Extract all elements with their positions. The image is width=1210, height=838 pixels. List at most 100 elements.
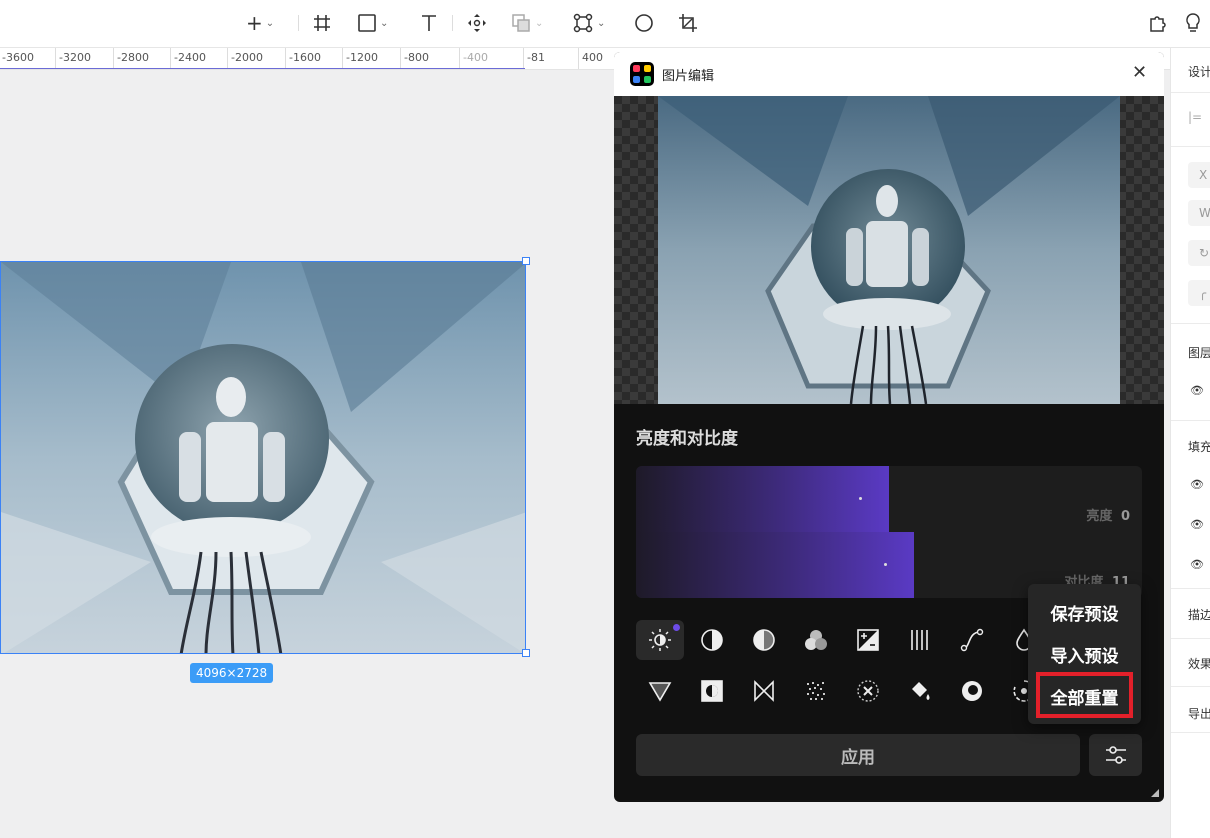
curve-icon — [960, 628, 984, 652]
corner-radius-field[interactable]: ╭ — [1188, 280, 1210, 306]
invert-tool[interactable] — [688, 671, 736, 711]
chevron-down-icon: ⌄ — [380, 17, 389, 29]
preset-settings-button[interactable] — [1089, 734, 1142, 776]
frame-icon — [314, 15, 330, 31]
vibrance-tool[interactable] — [896, 620, 944, 660]
text-tool-button[interactable] — [419, 10, 439, 36]
crop-icon — [679, 14, 697, 32]
panel-divider — [1171, 588, 1210, 589]
ruler-tick-label: -2400 — [174, 51, 206, 64]
boolean-icon — [512, 14, 530, 32]
ruler-tick-label: -2800 — [117, 51, 149, 64]
ruler-tick-line — [459, 48, 460, 69]
section-stroke: 描边 — [1188, 608, 1210, 622]
adjustment-title: 亮度和对比度 — [636, 429, 738, 449]
image-size-badge: 4096×2728 — [190, 663, 274, 683]
brightness-slider[interactable] — [636, 466, 889, 532]
pixelate-icon — [857, 680, 879, 702]
brightness-contrast-tool[interactable] — [636, 620, 684, 660]
x-field[interactable]: X — [1188, 162, 1210, 188]
eye-icon[interactable]: 👁 — [1190, 558, 1204, 571]
chevron-down-icon: ⌄ — [535, 17, 544, 29]
ruler-tick-label: -2000 — [231, 51, 263, 64]
add-tool-button[interactable]: + ⌄ — [246, 10, 274, 36]
toolbar-divider — [452, 15, 453, 31]
rectangle-tool-button[interactable]: ⌄ — [357, 10, 388, 36]
app-logo — [630, 62, 654, 86]
levels-tool[interactable] — [740, 620, 788, 660]
ruler-tick-line — [342, 48, 343, 69]
robot-photo — [1, 262, 525, 653]
panel-divider — [1171, 638, 1210, 639]
panel-divider — [1171, 146, 1210, 147]
move-icon — [468, 14, 486, 32]
corner-radius-icon: ╭ — [1199, 286, 1207, 300]
resize-handle-top-right[interactable] — [522, 257, 530, 265]
exposure-plus-minus-tool[interactable] — [844, 620, 892, 660]
section-effects: 效果 — [1188, 657, 1210, 671]
text-icon — [422, 15, 436, 31]
tint-tool[interactable] — [896, 671, 944, 711]
apply-button[interactable]: 应用 — [636, 734, 1080, 776]
align-left-icon[interactable]: |= — [1188, 110, 1202, 124]
chevron-down-icon: ⌄ — [265, 17, 275, 29]
invert-icon — [701, 680, 723, 702]
dialog-resize-grip[interactable] — [1151, 789, 1159, 797]
rotation-field[interactable]: ↻ — [1188, 240, 1210, 266]
panel-divider — [1171, 686, 1210, 687]
rectangle-icon — [358, 14, 376, 32]
dialog-header: 图片编辑 ✕ — [614, 52, 1164, 96]
tab-design[interactable]: 设计 — [1188, 63, 1210, 80]
ruler-tick-line — [285, 48, 286, 69]
canvas-image[interactable] — [0, 261, 526, 654]
gradient-map-tool[interactable] — [636, 671, 684, 711]
panel-divider — [1171, 732, 1210, 733]
vignette-icon — [962, 681, 982, 701]
eye-icon[interactable]: 👁 — [1190, 518, 1204, 531]
component-tool-button[interactable]: ⌄ — [572, 10, 605, 36]
move-tool-button[interactable] — [466, 10, 488, 36]
ellipse-tool-button[interactable] — [633, 10, 655, 36]
resize-handle-bottom-right[interactable] — [522, 649, 530, 657]
ruler-tick-line — [400, 48, 401, 69]
eye-icon[interactable]: 👁 — [1190, 384, 1204, 397]
bulb-icon — [1186, 13, 1200, 32]
ruler-tick-label: -1600 — [289, 51, 321, 64]
color-circles-icon — [805, 630, 827, 650]
mirror-tool[interactable] — [740, 671, 788, 711]
curves-tool[interactable] — [948, 620, 996, 660]
preview-image — [658, 96, 1120, 404]
section-export: 导出 — [1188, 707, 1210, 721]
contrast-slider[interactable] — [636, 532, 914, 598]
ruler-tick-label: 400 — [582, 51, 603, 64]
brightness-value: 0 — [1120, 509, 1130, 524]
ruler-tick-label: -3200 — [59, 51, 91, 64]
vignette-tool[interactable] — [948, 671, 996, 711]
frame-tool-button[interactable] — [312, 10, 332, 36]
panel-divider — [1171, 420, 1210, 421]
panel-divider — [1171, 92, 1210, 93]
close-icon[interactable]: ✕ — [1132, 62, 1147, 83]
tips-button[interactable] — [1182, 10, 1204, 36]
chevron-down-icon: ⌄ — [597, 17, 606, 29]
import-preset-item[interactable]: 导入预设 — [1028, 642, 1141, 667]
noise-tool[interactable] — [792, 671, 840, 711]
ruler-tick-line — [227, 48, 228, 69]
slider-handle[interactable] — [884, 563, 887, 566]
w-field[interactable]: W — [1188, 200, 1210, 226]
ruler-tick-label: -1200 — [346, 51, 378, 64]
top-toolbar: + ⌄ ⌄ ⌄ ⌄ — [0, 0, 1210, 48]
boolean-tool-button[interactable]: ⌄ — [510, 10, 543, 36]
exposure-icon — [857, 629, 879, 651]
bowtie-icon — [754, 680, 774, 702]
pixelate-tool[interactable] — [844, 671, 892, 711]
color-balance-tool[interactable] — [792, 620, 840, 660]
toolbar-divider — [298, 15, 299, 31]
exposure-tool[interactable] — [688, 620, 736, 660]
slider-handle[interactable] — [859, 497, 862, 500]
crop-tool-button[interactable] — [677, 10, 699, 36]
sliders-icon — [1105, 746, 1126, 764]
save-preset-item[interactable]: 保存预设 — [1028, 600, 1141, 625]
eye-icon[interactable]: 👁 — [1190, 478, 1204, 491]
plugins-button[interactable] — [1147, 10, 1169, 36]
